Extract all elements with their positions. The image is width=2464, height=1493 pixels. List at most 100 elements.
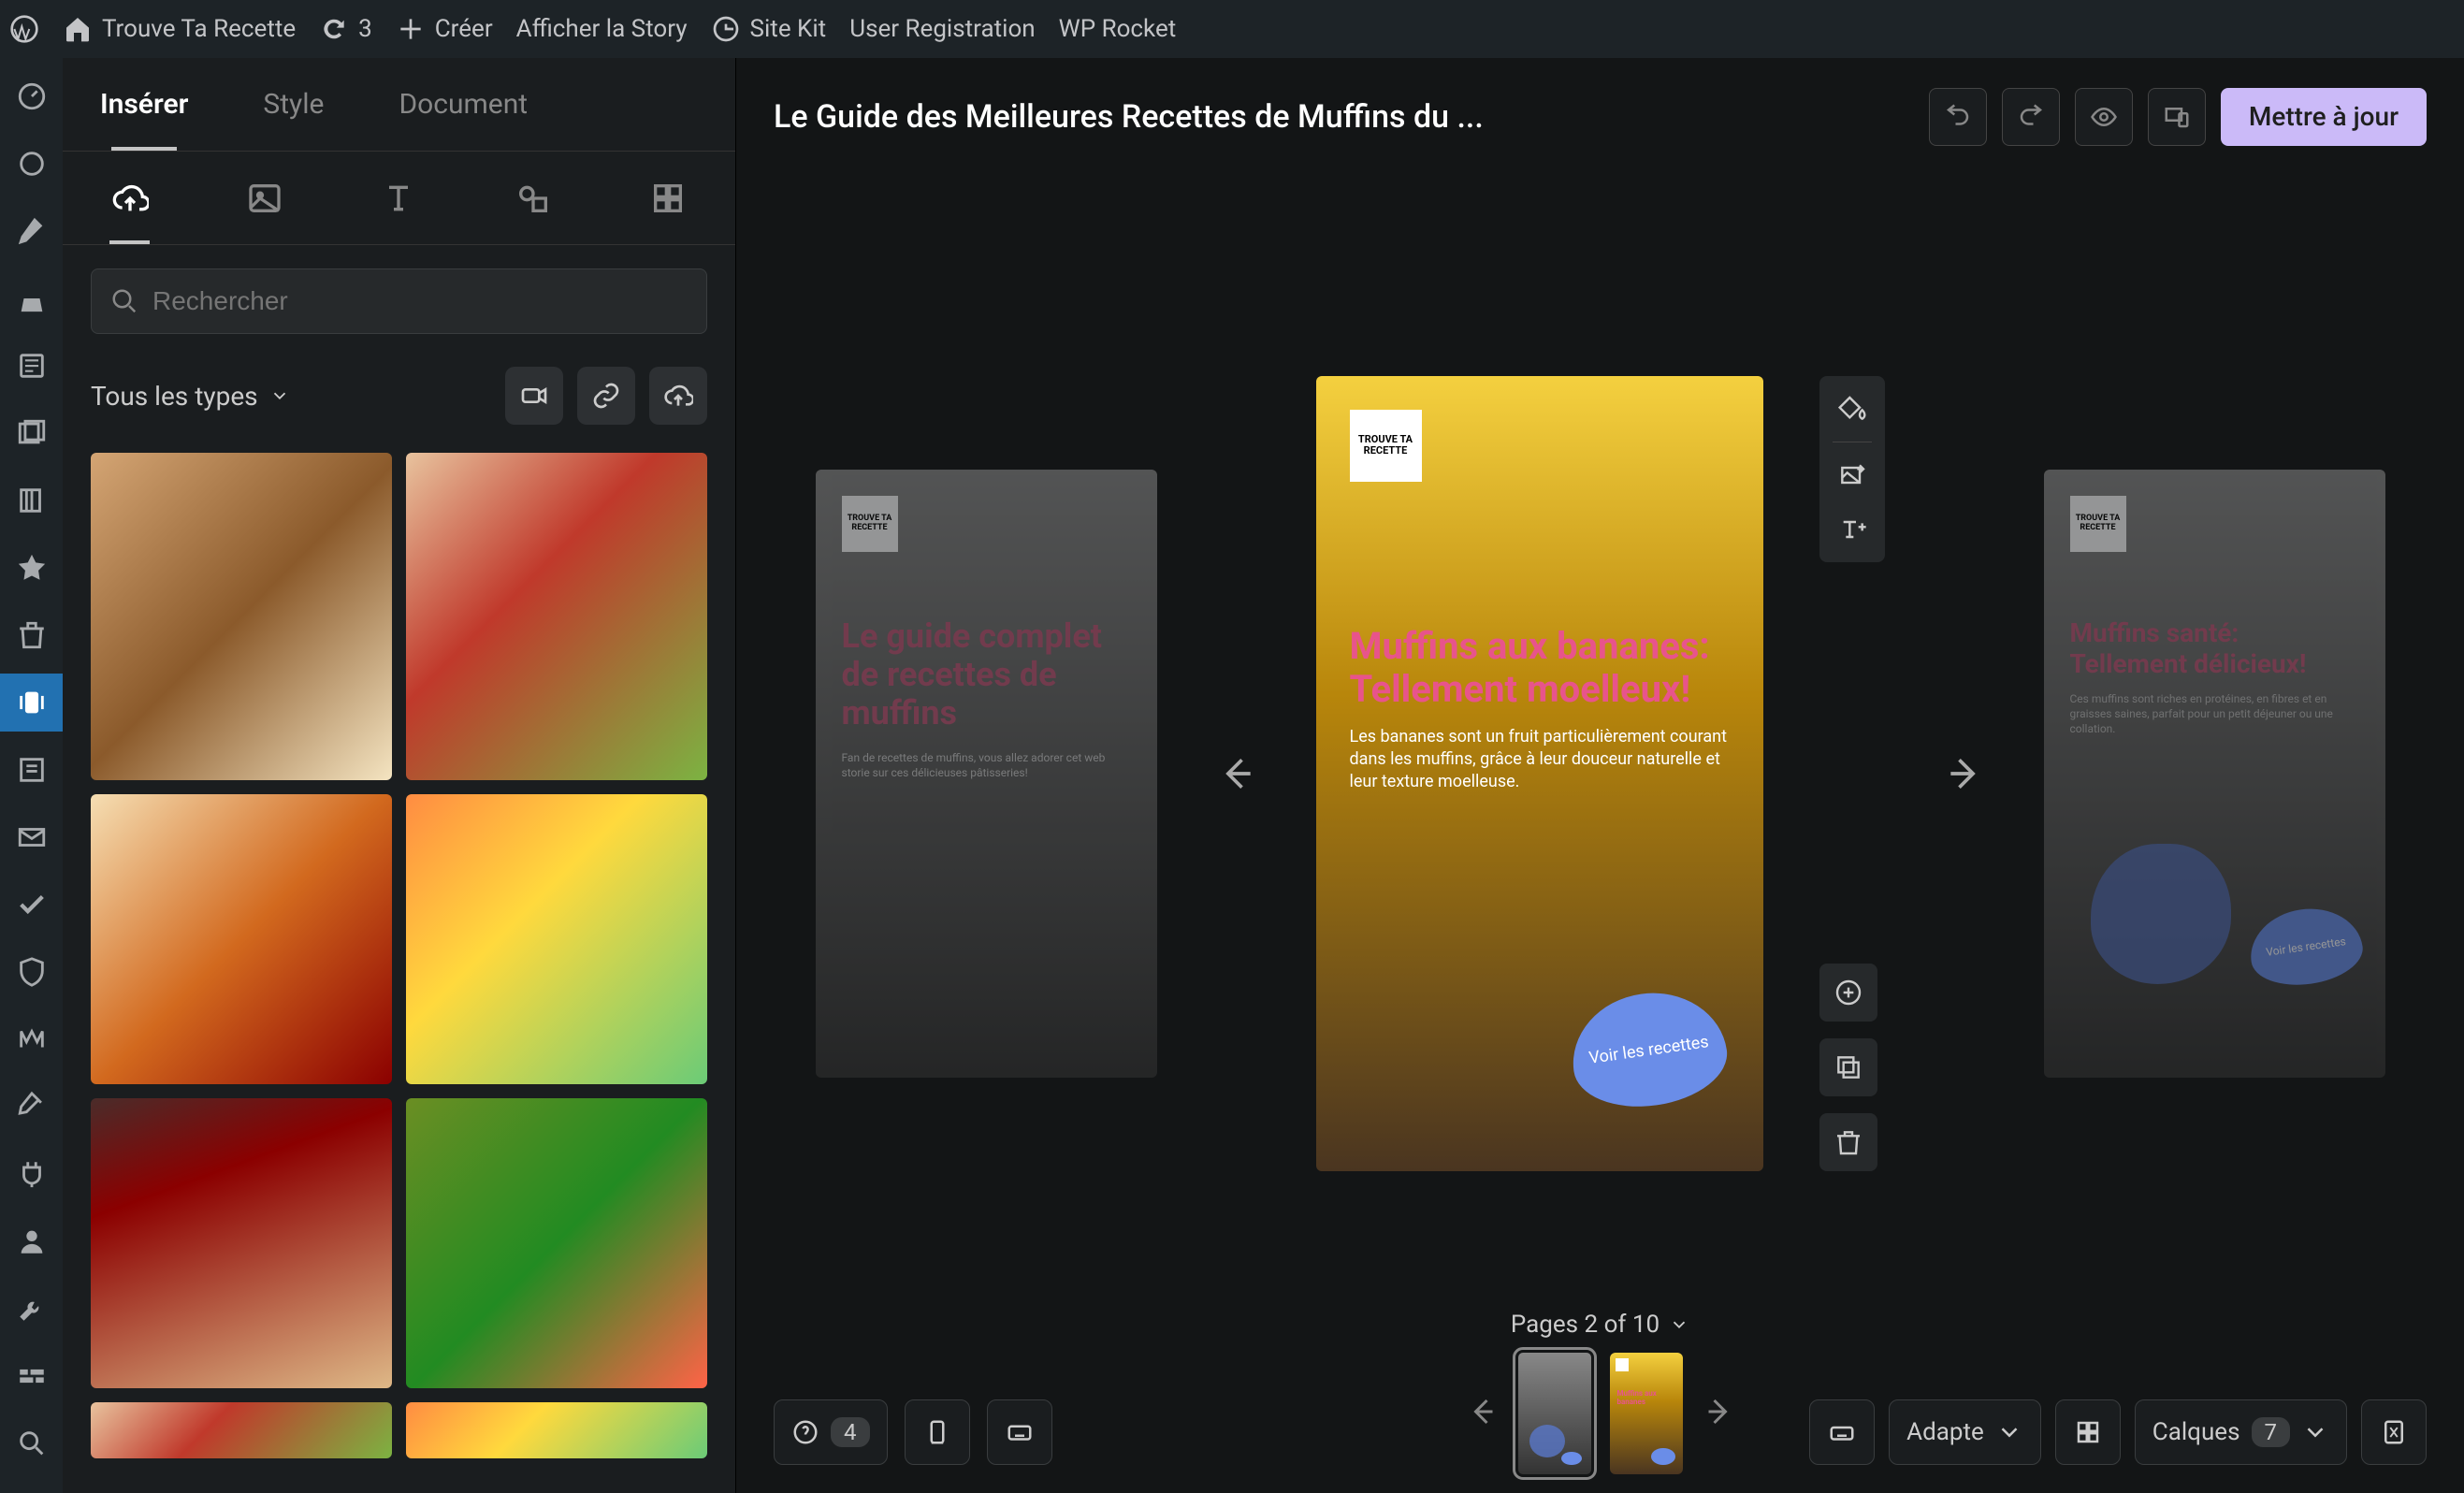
update-button[interactable]: Mettre à jour xyxy=(2221,88,2427,146)
arrow-left-icon xyxy=(1466,1395,1500,1428)
story-title[interactable]: Le Guide des Meilleures Recettes de Muff… xyxy=(774,98,1484,136)
keyboard-shortcuts-button[interactable] xyxy=(987,1399,1052,1465)
media-thumbnail[interactable] xyxy=(406,1402,707,1458)
updates-link[interactable]: 3 xyxy=(319,14,372,44)
trash-menu[interactable] xyxy=(0,606,63,664)
thumbs-prev[interactable] xyxy=(1466,1395,1500,1432)
insert-text-button[interactable] xyxy=(1827,504,1877,555)
chevron-down-icon xyxy=(1669,1314,1689,1335)
duplicate-page-button[interactable] xyxy=(1819,1038,1877,1096)
video-icon xyxy=(519,381,549,411)
security-menu[interactable] xyxy=(0,943,63,1001)
wp-logo[interactable] xyxy=(9,14,39,44)
media-thumbnail[interactable] xyxy=(91,453,392,780)
posts-menu[interactable] xyxy=(0,202,63,260)
previous-page-preview[interactable]: TROUVE TA RECETTE Le guide complet de re… xyxy=(816,470,1157,1078)
redo-icon xyxy=(2017,103,2045,131)
tab-document[interactable]: Document xyxy=(361,58,565,151)
wp-rocket-link[interactable]: WP Rocket xyxy=(1059,15,1177,43)
media-thumbnail[interactable] xyxy=(91,1098,392,1388)
prev-page-arrow[interactable] xyxy=(1213,750,1260,797)
forms-menu[interactable] xyxy=(0,741,63,799)
media-thumbnail[interactable] xyxy=(406,1098,707,1388)
media-thumbnail[interactable] xyxy=(406,794,707,1084)
media-thumbnail[interactable] xyxy=(91,794,392,1084)
templates-tab[interactable] xyxy=(601,152,735,244)
export-button[interactable] xyxy=(905,1399,970,1465)
recipes-menu[interactable] xyxy=(0,269,63,327)
stories-menu[interactable] xyxy=(0,674,63,732)
library-menu[interactable] xyxy=(0,471,63,529)
page-thumbnail[interactable] xyxy=(1518,1353,1591,1474)
undo-button[interactable] xyxy=(1929,88,1987,146)
tab-style[interactable]: Style xyxy=(225,58,361,151)
site-kit-link[interactable]: Site Kit xyxy=(711,14,827,44)
upload-button[interactable] xyxy=(649,367,707,425)
settings-menu[interactable] xyxy=(0,1347,63,1405)
publish-settings-button[interactable] xyxy=(2148,88,2206,146)
quick-actions-group xyxy=(1819,376,1885,562)
media-tab[interactable] xyxy=(197,152,332,244)
background-color-button[interactable] xyxy=(1827,384,1877,434)
search-icon xyxy=(110,287,138,315)
mail-menu[interactable] xyxy=(0,808,63,866)
new-content-link[interactable]: Créer xyxy=(396,14,493,44)
sitekit-menu[interactable] xyxy=(0,135,63,193)
record-video-button[interactable] xyxy=(505,367,563,425)
media-grid xyxy=(63,443,735,1493)
replace-media-button[interactable] xyxy=(1827,450,1877,500)
pages-indicator[interactable]: Pages 2 of 10 xyxy=(1511,1311,1689,1339)
checklist-count: 4 xyxy=(831,1417,870,1447)
reviews-menu[interactable] xyxy=(0,539,63,597)
next-page-preview[interactable]: TROUVE TA RECETTE Muffins santé: Telleme… xyxy=(2044,470,2385,1078)
upload-tab[interactable] xyxy=(63,152,197,244)
media-thumbnail[interactable] xyxy=(91,1402,392,1458)
users-menu[interactable] xyxy=(0,1212,63,1270)
toggle-keyboard-button[interactable] xyxy=(1809,1399,1875,1465)
text-tab[interactable] xyxy=(332,152,467,244)
safe-zone-button[interactable] xyxy=(2361,1399,2427,1465)
slide-title: Le guide complet de recettes de muffins xyxy=(842,617,1131,733)
slide-subtitle[interactable]: Les bananes sont un fruit particulièreme… xyxy=(1350,726,1730,794)
tools-menu[interactable] xyxy=(0,1280,63,1338)
media-type-filter[interactable]: Tous les types xyxy=(91,381,290,412)
check-menu[interactable] xyxy=(0,876,63,934)
slide-title[interactable]: Muffins aux bananes: Tellement moelleux! xyxy=(1350,625,1730,711)
site-name-link[interactable]: Trouve Ta Recette xyxy=(63,14,296,44)
zoom-fit-button[interactable]: Adapte xyxy=(1889,1399,2041,1465)
media-menu[interactable] xyxy=(0,404,63,462)
text-icon xyxy=(380,180,417,217)
grid-view-button[interactable] xyxy=(2055,1399,2121,1465)
replace-media-icon xyxy=(1837,460,1867,490)
slide-subtitle: Ces muffins sont riches en protéines, en… xyxy=(2070,691,2359,737)
redo-button[interactable] xyxy=(2002,88,2060,146)
home-icon xyxy=(63,14,93,44)
next-page-arrow[interactable] xyxy=(1941,750,1988,797)
pages-menu[interactable] xyxy=(0,337,63,395)
arrow-left-icon xyxy=(1216,753,1257,794)
dashboard-menu[interactable] xyxy=(0,67,63,125)
keyboard-icon xyxy=(1828,1418,1856,1446)
media-search[interactable] xyxy=(91,268,707,334)
slide-title: Muffins santé: Tellement délicieux! xyxy=(2070,617,2359,680)
layers-button[interactable]: Calques 7 xyxy=(2135,1399,2347,1465)
thumbs-next[interactable] xyxy=(1702,1395,1735,1432)
appearance-menu[interactable] xyxy=(0,1078,63,1136)
delete-page-button[interactable] xyxy=(1819,1113,1877,1171)
shapes-tab[interactable] xyxy=(466,152,601,244)
plugins-menu[interactable] xyxy=(0,1145,63,1203)
search-menu[interactable] xyxy=(0,1414,63,1472)
logo-menu[interactable] xyxy=(0,1010,63,1068)
refresh-icon xyxy=(319,14,349,44)
preview-button[interactable] xyxy=(2075,88,2133,146)
search-input[interactable] xyxy=(152,286,688,316)
media-thumbnail[interactable] xyxy=(406,453,707,780)
user-registration-link[interactable]: User Registration xyxy=(849,15,1035,43)
page-thumbnail[interactable]: Muffins aux bananes xyxy=(1610,1353,1683,1474)
checklist-button[interactable]: 4 xyxy=(774,1399,888,1465)
view-story-link[interactable]: Afficher la Story xyxy=(516,15,688,43)
tab-insert[interactable]: Insérer xyxy=(63,58,225,151)
link-button[interactable] xyxy=(577,367,635,425)
add-page-button[interactable] xyxy=(1819,964,1877,1022)
active-page-frame[interactable]: TROUVE TA RECETTE Muffins aux bananes: T… xyxy=(1316,376,1763,1171)
